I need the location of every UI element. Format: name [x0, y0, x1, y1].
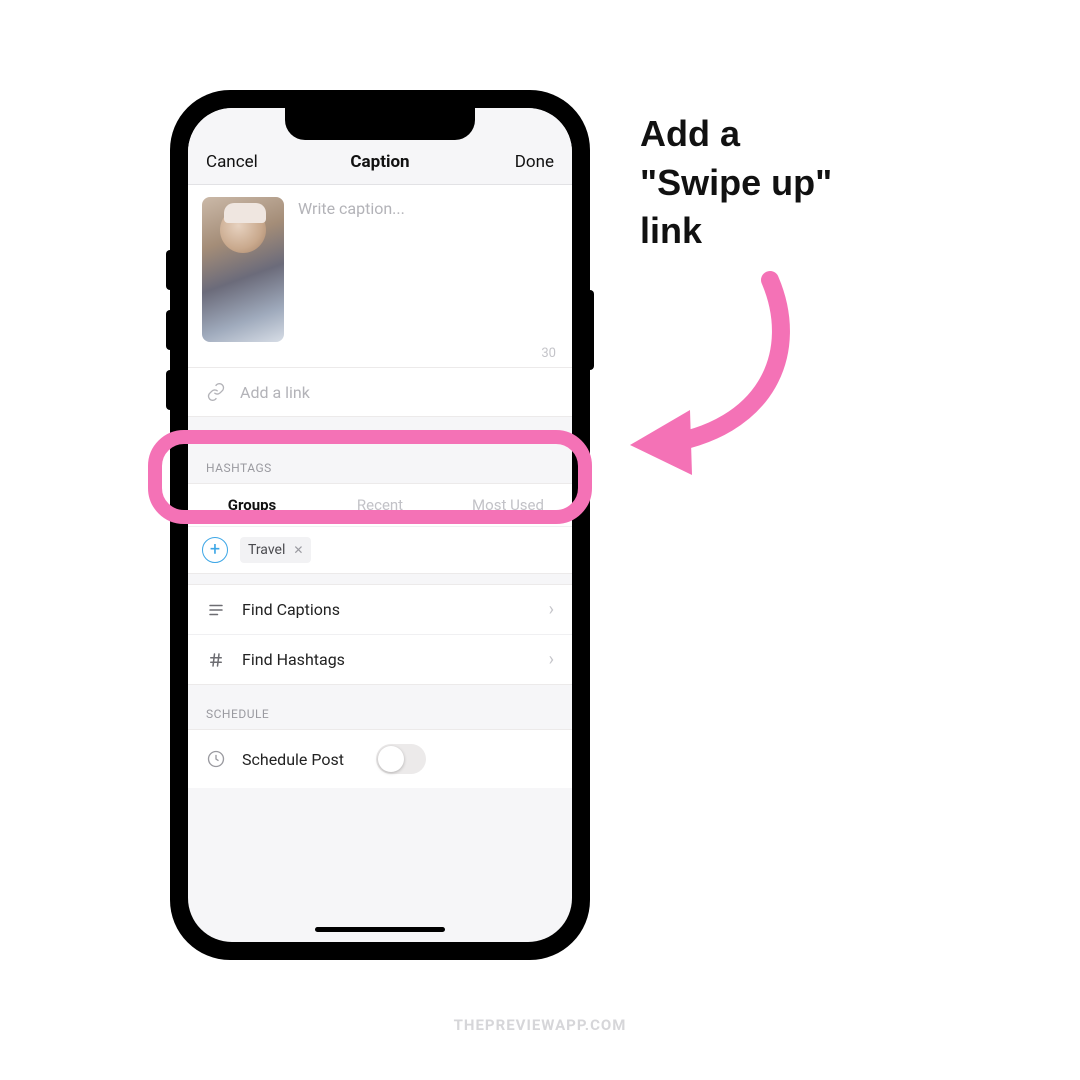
caption-input[interactable]: Write caption... — [298, 197, 558, 342]
post-thumbnail[interactable] — [202, 197, 284, 342]
schedule-post-label: Schedule Post — [242, 750, 344, 769]
find-hashtags-row[interactable]: Find Hashtags › — [188, 635, 572, 684]
screen: Cancel Caption Done Write caption... 30 … — [188, 108, 572, 942]
add-link-placeholder: Add a link — [240, 383, 310, 402]
clock-icon — [206, 749, 226, 769]
add-link-row[interactable]: Add a link — [188, 367, 572, 417]
chip-label: Travel — [248, 542, 285, 558]
notch — [285, 108, 475, 140]
cancel-button[interactable]: Cancel — [206, 152, 266, 172]
arrow-icon — [600, 270, 820, 490]
hashtag-icon — [206, 651, 226, 669]
tab-recent[interactable]: Recent — [316, 484, 444, 526]
chevron-right-icon: › — [549, 599, 554, 620]
find-captions-row[interactable]: Find Captions › — [188, 585, 572, 635]
annotation-line: link — [640, 207, 832, 256]
add-group-button[interactable]: + — [202, 537, 228, 563]
watermark: THEPREVIEWAPP.COM — [0, 1016, 1080, 1034]
tab-most-used[interactable]: Most Used — [444, 484, 572, 526]
schedule-toggle[interactable] — [376, 744, 426, 774]
hashtag-group-chip[interactable]: Travel ✕ — [240, 537, 311, 563]
spacer — [188, 417, 572, 439]
find-hashtags-label: Find Hashtags — [242, 650, 345, 669]
annotation-line: "Swipe up" — [640, 159, 832, 208]
chip-remove-icon[interactable]: ✕ — [293, 543, 303, 557]
annotation-text: Add a "Swipe up" link — [640, 110, 832, 256]
spacer — [188, 574, 572, 584]
schedule-header: SCHEDULE — [188, 685, 572, 729]
link-icon — [206, 382, 226, 402]
home-indicator — [315, 927, 445, 932]
lines-icon — [206, 601, 226, 619]
hashtag-tabs: Groups Recent Most Used — [188, 483, 572, 526]
find-captions-label: Find Captions — [242, 600, 340, 619]
chevron-right-icon: › — [549, 649, 554, 670]
done-button[interactable]: Done — [494, 152, 554, 172]
screen-title: Caption — [350, 152, 409, 172]
caption-counter: 30 — [188, 346, 572, 367]
hashtags-header: HASHTAGS — [188, 439, 572, 483]
tab-groups[interactable]: Groups — [188, 484, 316, 526]
phone-frame: Cancel Caption Done Write caption... 30 … — [170, 90, 590, 960]
actions-list: Find Captions › Find Hashtags › — [188, 584, 572, 685]
annotation-line: Add a — [640, 110, 832, 159]
hashtag-groups-row: + Travel ✕ — [188, 526, 572, 574]
caption-area: Write caption... — [188, 185, 572, 346]
schedule-post-row: Schedule Post — [188, 729, 572, 788]
